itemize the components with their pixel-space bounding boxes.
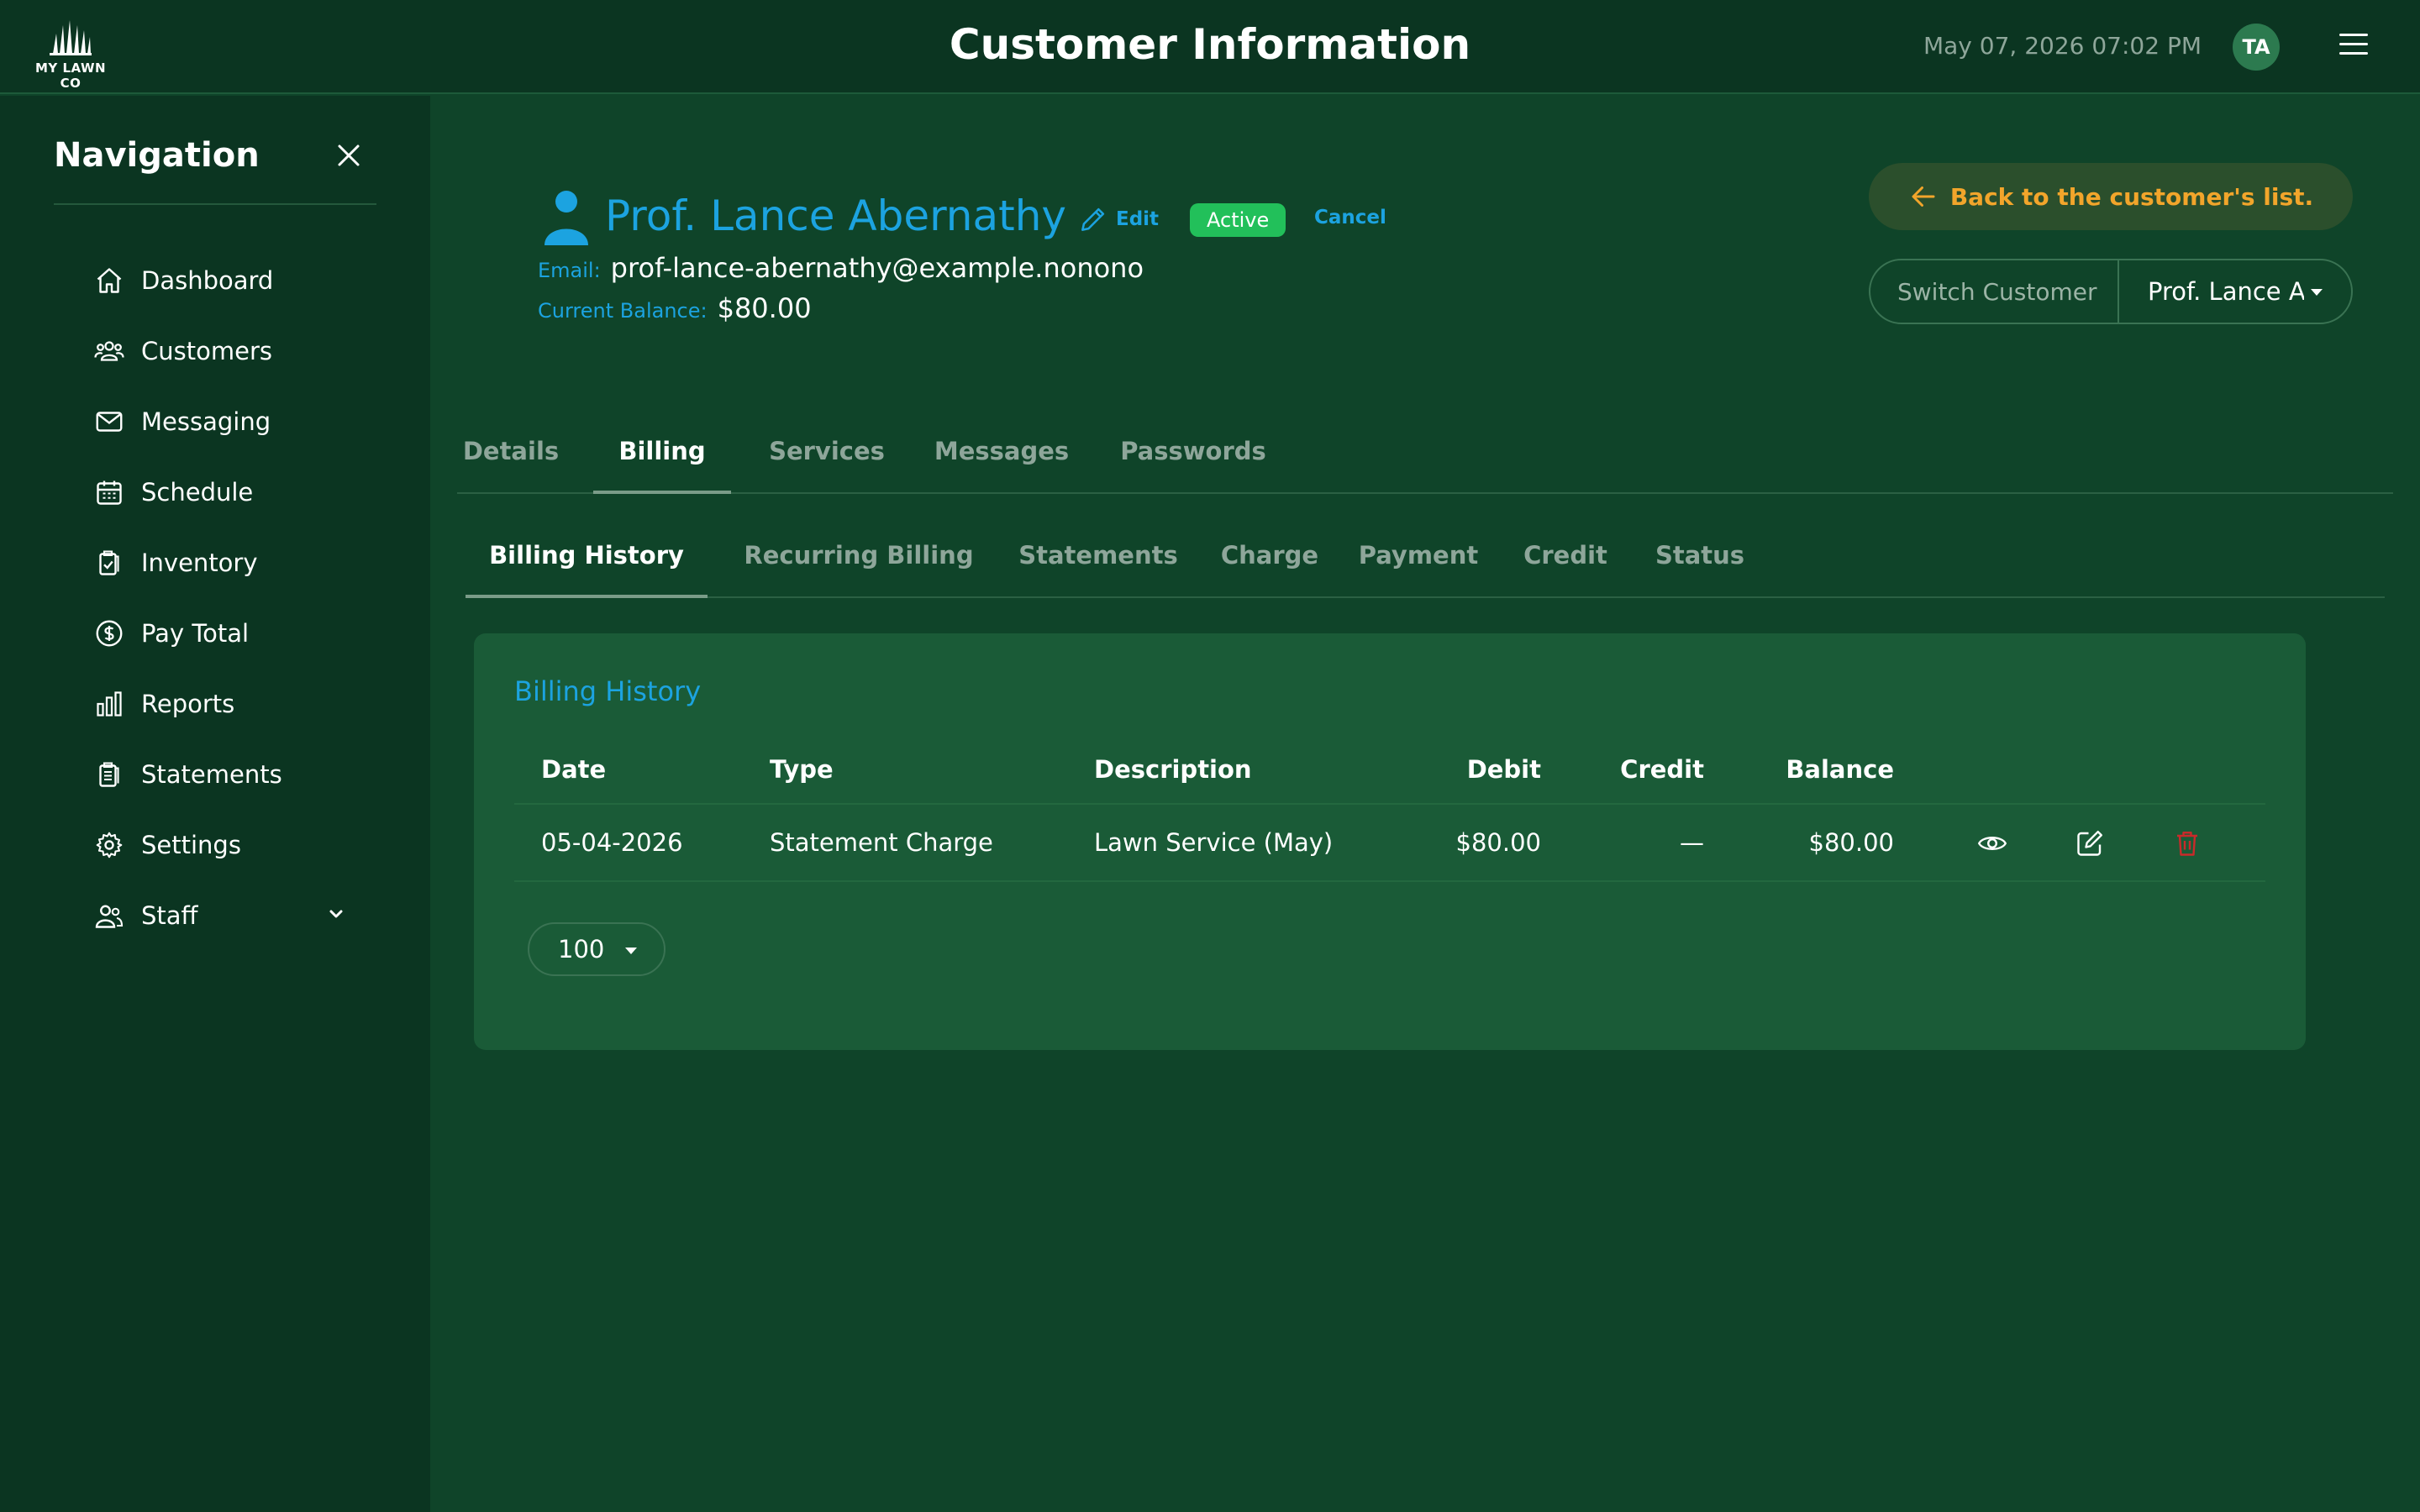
sidebar-item-label: Pay Total — [141, 619, 250, 648]
top-bar: MY LAWN CO Customer Information May 07, … — [0, 0, 2420, 94]
sidebar-item-label: Staff — [141, 901, 198, 930]
document-list-icon — [99, 762, 119, 787]
users-icon — [94, 341, 124, 361]
tab-credit[interactable]: Credit — [1512, 531, 1618, 598]
edit-label: Edit — [1116, 208, 1160, 230]
caret-down-icon — [2311, 289, 2323, 296]
sidebar-item-customers[interactable]: Customers — [92, 316, 370, 386]
rows-per-page-value: 100 — [558, 935, 605, 963]
staff-icon — [95, 905, 124, 928]
dollar-circle-icon — [96, 620, 123, 647]
main-content: Prof. Lance Abernathy Edit Active Cancel… — [430, 96, 2420, 1512]
sidebar-item-label: Customers — [141, 337, 272, 365]
customer-name: Prof. Lance Abernathy — [605, 192, 1066, 240]
sidebar: Navigation Dashboard Customers Messaging… — [0, 96, 430, 1512]
column-header-balance: Balance — [1786, 755, 1894, 784]
bar-chart-icon — [97, 691, 122, 717]
cell-debit: $80.00 — [1455, 828, 1541, 857]
cell-balance: $80.00 — [1808, 828, 1894, 857]
arrow-left-icon — [1912, 186, 1935, 207]
sidebar-item-label: Settings — [141, 831, 241, 859]
pencil-icon — [1081, 207, 1105, 231]
hamburger-menu-icon[interactable] — [2339, 34, 2368, 59]
column-header-date: Date — [541, 755, 607, 784]
email-label: Email: — [538, 259, 601, 282]
email-row: Email: prof-lance-abernathy@example.nono… — [538, 252, 1144, 284]
sidebar-divider — [54, 203, 376, 205]
balance-row: Current Balance: $80.00 — [538, 292, 812, 324]
column-header-debit: Debit — [1466, 755, 1541, 784]
sidebar-item-dashboard[interactable]: Dashboard — [92, 245, 370, 316]
tab-details[interactable]: Details — [457, 427, 565, 494]
edit-customer-link[interactable]: Edit — [1077, 203, 1159, 235]
table-header: Date Type Description Debit Credit Balan… — [514, 734, 2265, 805]
sidebar-item-label: Statements — [141, 760, 282, 789]
clipboard-check-icon — [99, 550, 119, 575]
sidebar-item-label: Dashboard — [141, 266, 274, 295]
calendar-icon — [97, 480, 122, 505]
tab-services[interactable]: Services — [760, 427, 894, 494]
table-row: 05-04-2026 Statement Charge Lawn Service… — [514, 805, 2265, 882]
home-icon — [97, 268, 122, 293]
eye-icon[interactable] — [1976, 828, 2008, 858]
billing-sub-tabs: Billing History Recurring Billing Statem… — [466, 531, 2385, 598]
main-tabs: Details Billing Services Messages Passwo… — [457, 427, 2393, 494]
tab-messages[interactable]: Messages — [923, 427, 1081, 494]
sidebar-item-messaging[interactable]: Messaging — [92, 386, 370, 457]
sidebar-item-label: Schedule — [141, 478, 254, 507]
sidebar-item-label: Messaging — [141, 407, 271, 436]
gear-icon — [96, 832, 123, 858]
sidebar-item-pay-total[interactable]: Pay Total — [92, 598, 370, 669]
back-button-label: Back to the customer's list. — [1949, 182, 2314, 211]
sidebar-item-settings[interactable]: Settings — [92, 810, 370, 880]
switch-customer-value: Prof. Lance Abernathy — [2148, 277, 2304, 306]
tab-passwords[interactable]: Passwords — [1109, 427, 1277, 494]
status-badge: Active — [1190, 203, 1286, 237]
sidebar-item-staff[interactable]: Staff — [92, 880, 370, 951]
sidebar-item-inventory[interactable]: Inventory — [92, 528, 370, 598]
tab-payment[interactable]: Payment — [1351, 531, 1486, 598]
cell-type: Statement Charge — [770, 828, 993, 857]
email-value: prof-lance-abernathy@example.nonono — [610, 252, 1144, 284]
tab-statements[interactable]: Statements — [1010, 531, 1186, 598]
balance-label: Current Balance: — [538, 299, 708, 323]
cell-date: 05-04-2026 — [541, 828, 683, 857]
user-avatar[interactable]: TA — [2233, 24, 2280, 71]
column-header-description: Description — [1094, 755, 1252, 784]
sidebar-nav: Dashboard Customers Messaging Schedule I… — [92, 245, 370, 951]
sidebar-item-label: Reports — [141, 690, 235, 718]
current-datetime: May 07, 2026 07:02 PM — [1923, 32, 2202, 60]
column-header-credit: Credit — [1620, 755, 1704, 784]
switch-customer-select[interactable]: Prof. Lance Abernathy — [2119, 260, 2351, 323]
sidebar-item-label: Inventory — [141, 549, 258, 577]
balance-value: $80.00 — [717, 292, 812, 324]
billing-history-table: Date Type Description Debit Credit Balan… — [514, 734, 2265, 882]
sidebar-title: Navigation — [54, 136, 260, 175]
column-header-type: Type — [770, 755, 834, 784]
sidebar-item-reports[interactable]: Reports — [92, 669, 370, 739]
switch-customer-label: Switch Customer — [1870, 260, 2119, 323]
rows-per-page-select[interactable]: 100 — [528, 922, 666, 976]
cell-description: Lawn Service (May) — [1094, 828, 1334, 857]
trash-icon[interactable] — [2171, 828, 2203, 858]
back-to-customers-button[interactable]: Back to the customer's list. — [1869, 163, 2353, 230]
tab-billing-history[interactable]: Billing History — [466, 531, 708, 598]
person-icon — [544, 191, 588, 245]
tab-recurring-billing[interactable]: Recurring Billing — [734, 531, 983, 598]
billing-history-card: Billing History Date Type Description De… — [474, 633, 2306, 1050]
edit-icon[interactable] — [2074, 828, 2106, 858]
tab-status[interactable]: Status — [1645, 531, 1754, 598]
caret-down-icon — [625, 948, 637, 954]
tab-billing[interactable]: Billing — [593, 427, 731, 494]
cancel-link[interactable]: Cancel — [1314, 207, 1386, 228]
sidebar-item-schedule[interactable]: Schedule — [92, 457, 370, 528]
switch-customer-control: Switch Customer Prof. Lance Abernathy — [1869, 259, 2353, 324]
cell-credit: — — [1680, 828, 1704, 857]
card-title: Billing History — [514, 675, 702, 707]
chevron-down-icon[interactable] — [326, 904, 346, 924]
sidebar-item-statements[interactable]: Statements — [92, 739, 370, 810]
envelope-icon — [96, 412, 123, 432]
tab-charge[interactable]: Charge — [1215, 531, 1324, 598]
close-icon[interactable] — [334, 141, 363, 170]
